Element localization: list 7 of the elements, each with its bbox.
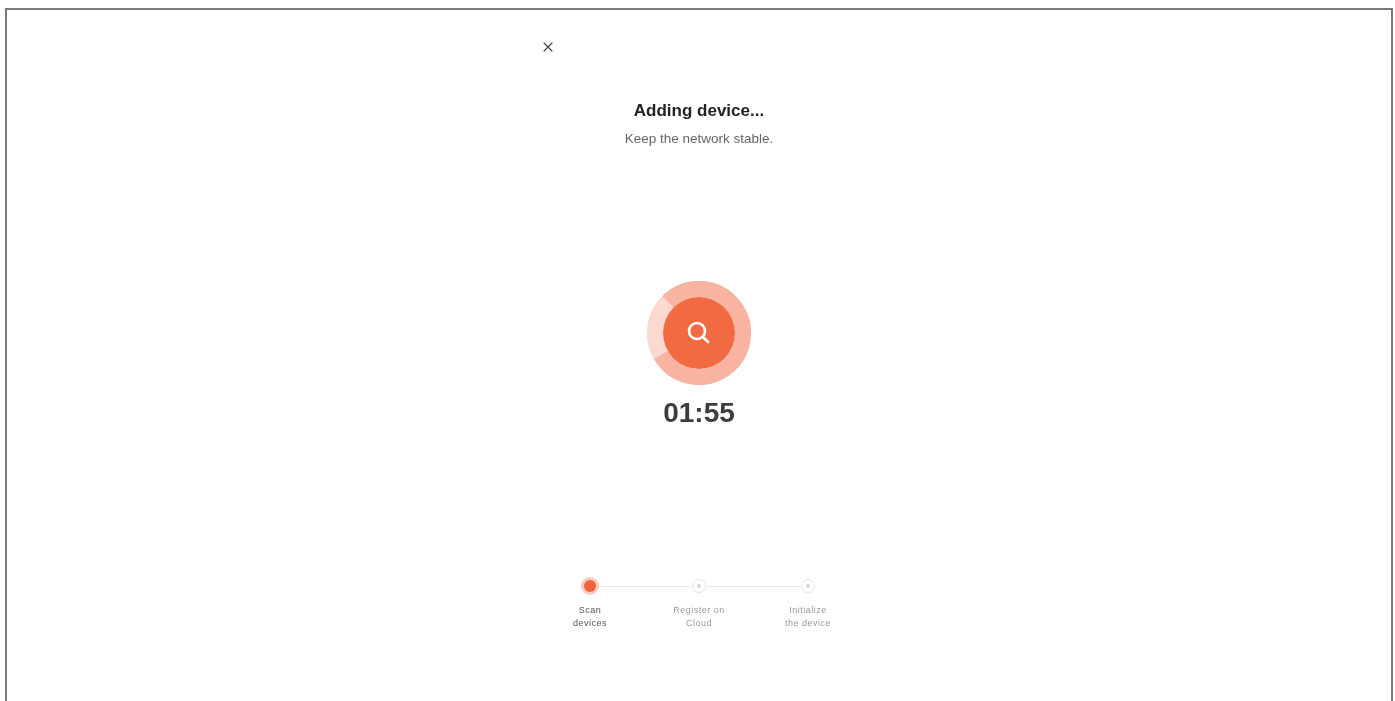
countdown-timer: 01:55	[663, 397, 735, 429]
step-label: Scan devices	[572, 604, 608, 630]
page-subtitle: Keep the network stable.	[624, 130, 774, 148]
search-icon	[663, 297, 735, 369]
page-title: Adding device...	[633, 100, 765, 122]
step-label: Register on Cloud	[672, 604, 726, 630]
step-label: Initialize the device	[784, 604, 832, 630]
